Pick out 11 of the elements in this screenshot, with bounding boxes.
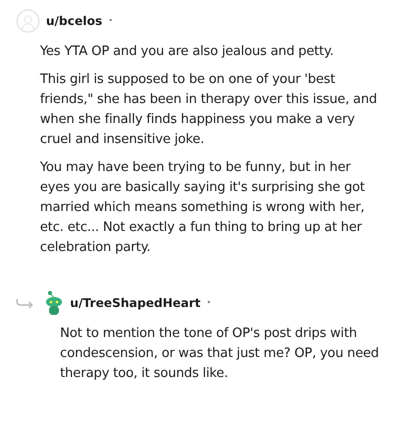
robot-avatar-icon bbox=[44, 290, 64, 316]
username-link[interactable]: u/TreeShapedHeart bbox=[70, 294, 201, 312]
comment-text: This girl is supposed to be on one of your 'best friends," she has been in therapy over this issue, and when she finally finds happiness you make a very cruel and insensitive joke. bbox=[40, 71, 378, 149]
avatar-icon bbox=[16, 9, 40, 33]
separator-dot: • bbox=[206, 297, 212, 309]
comment-text: Not to mention the tone of OP's post drips with condescension, or was that just me? OP, you need therapy too, it sounds like. bbox=[60, 325, 380, 383]
separator-dot: • bbox=[108, 15, 113, 27]
comment-text: Yes YTA OP and you are also jealous and petty. bbox=[40, 43, 335, 61]
reply-arrow-icon bbox=[16, 298, 34, 308]
comment-text: You may have been trying to be funny, but in her eyes you are basically saying it's surprising she got married which means something is wrong with her, etc. etc... Not exactly a fun thing to bring up at her celebration party. bbox=[40, 159, 366, 257]
username-link[interactable]: u/bcelos bbox=[46, 12, 102, 30]
